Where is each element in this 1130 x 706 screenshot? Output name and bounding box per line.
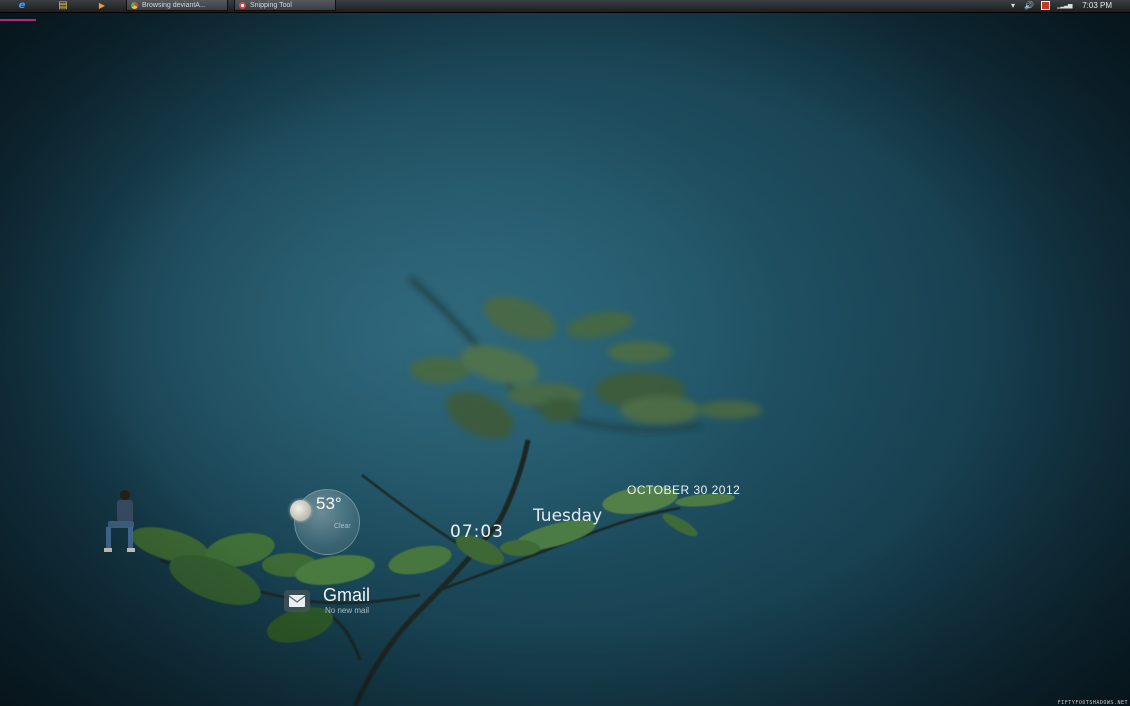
envelope-icon	[288, 595, 306, 607]
weather-condition: Clear	[334, 523, 351, 530]
taskbar-task-browser[interactable]: Browsing deviantA...	[126, 0, 228, 11]
desktop-wallpaper: 53° Clear OCTOBER 30 2012 Tuesday 07:03 …	[0, 0, 1130, 706]
tray-clock[interactable]: 7:03 PM	[1082, 0, 1112, 12]
wallpaper-branch-art	[104, 276, 762, 706]
taskbar: e ▤ ▶ Browsing deviantA... Snipping Tool…	[0, 0, 1130, 13]
weather-temperature: 53°	[316, 494, 342, 513]
moon-icon	[290, 500, 311, 521]
watermark: FIFTYFOOTSHADOWS.NET	[1057, 700, 1128, 706]
sitting-figure-art	[104, 490, 135, 552]
taskbar-task-label: Browsing deviantA...	[142, 1, 206, 9]
action-center-icon[interactable]	[1041, 1, 1050, 10]
taskbar-task-snipping-tool[interactable]: Snipping Tool	[234, 0, 336, 11]
chevron-up-icon[interactable]: ▾	[1011, 1, 1015, 11]
explorer-icon[interactable]: ▤	[55, 0, 71, 12]
taskbar-task-label: Snipping Tool	[250, 1, 292, 9]
network-signal-icon[interactable]: ▁▂▃▅	[1057, 1, 1073, 11]
mail-icon[interactable]	[284, 590, 310, 612]
chrome-icon	[131, 1, 138, 9]
clock-time: 07:03	[450, 522, 504, 542]
media-player-icon[interactable]: ▶	[94, 0, 110, 12]
accent-indicator	[0, 19, 36, 21]
gmail-status: No new mail	[325, 606, 370, 615]
date-label: OCTOBER 30 2012	[627, 483, 741, 497]
snipping-tool-icon	[239, 1, 246, 9]
gmail-title[interactable]: Gmail	[323, 585, 370, 606]
volume-icon[interactable]: 🔊	[1024, 1, 1034, 11]
day-label: Tuesday	[533, 506, 603, 526]
ie-icon[interactable]: e	[14, 0, 30, 12]
